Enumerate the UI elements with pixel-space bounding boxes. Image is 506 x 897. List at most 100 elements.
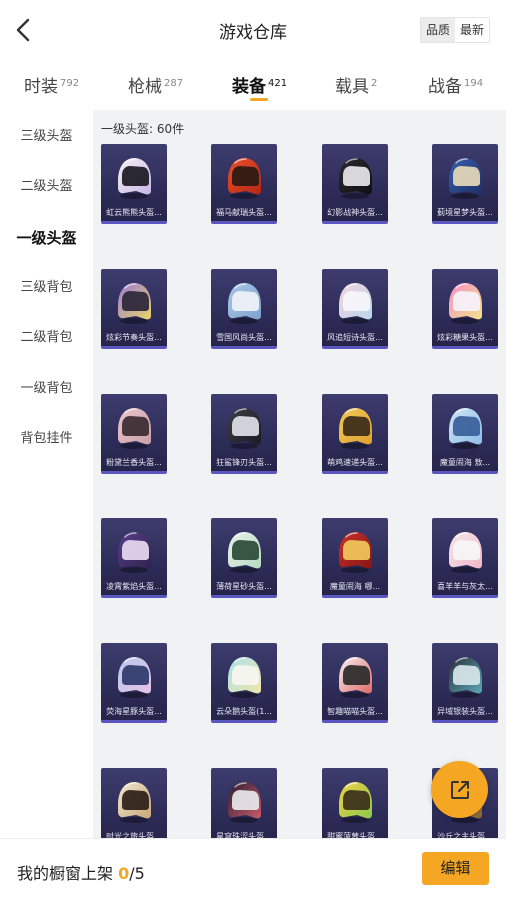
item-card[interactable]: 风追短诗头盔...	[322, 269, 388, 349]
footer-bar: 我的橱窗上架 0/5 编辑	[0, 838, 506, 897]
sidebar-item-level2-helmet[interactable]: 二级头盔	[0, 162, 93, 212]
item-name: 风追短诗头盔...	[327, 333, 383, 342]
item-card[interactable]: 虹云熊熊头盔...	[101, 144, 167, 224]
sidebar-item-level3-backpack[interactable]: 三级背包	[0, 263, 93, 313]
item-card[interactable]: 萌鸡速递头盔...	[322, 394, 388, 474]
item-name: 狂鲨锋刃头盔...	[216, 458, 272, 467]
tab-count: 421	[268, 78, 288, 89]
category-title: 一级头盔: 60件	[101, 122, 185, 136]
tab-equipment[interactable]: 装备 421	[232, 72, 287, 97]
item-card[interactable]: 幻影战神头盔...	[322, 144, 388, 224]
item-name: 异域银装头盔...	[437, 707, 493, 716]
item-card[interactable]: 甜蜜菠萝头盔...	[322, 768, 388, 840]
tab-count: 194	[464, 78, 484, 89]
item-name: 云朵鹅头盔(1...	[216, 707, 272, 716]
helmet-icon	[339, 408, 372, 449]
helmet-icon	[228, 657, 261, 698]
tab-vehicles[interactable]: 载具 2	[335, 72, 377, 97]
helmet-icon	[228, 782, 261, 823]
tab-supplies[interactable]: 战备 194	[428, 72, 483, 97]
item-card[interactable]: 狂鲨锋刃头盔...	[211, 394, 277, 474]
item-card[interactable]: 雪国风尚头盔...	[211, 269, 277, 349]
item-card[interactable]: 云朵鹅头盔(1...	[211, 643, 277, 723]
item-name: 蓟境星梦头盔...	[437, 208, 493, 217]
item-card[interactable]: 魔童闹海 敖...	[432, 394, 498, 474]
item-name: 魔童闹海 敖...	[439, 458, 491, 467]
helmet-icon	[228, 532, 261, 573]
item-name: 雪国风尚头盔...	[216, 333, 272, 342]
item-card[interactable]: 异域银装头盔...	[432, 643, 498, 723]
item-name: 虹云熊熊头盔...	[106, 208, 162, 217]
edit-button[interactable]: 编辑	[422, 852, 489, 885]
tab-label: 时装	[24, 77, 58, 97]
sort-quality-option[interactable]: 品质	[420, 18, 455, 42]
tab-fashion[interactable]: 时装 792	[24, 72, 79, 97]
tab-count: 2	[371, 78, 378, 89]
sidebar-item-backpack-charm[interactable]: 背包挂件	[0, 414, 93, 464]
category-tabs: 时装 792 枪械 287 装备 421 载具 2 战备 194	[0, 60, 506, 110]
item-name: 幻影战神头盔...	[327, 208, 383, 217]
sidebar-item-level3-helmet[interactable]: 三级头盔	[0, 112, 93, 162]
item-card[interactable]: 时光之旅头盔...	[101, 768, 167, 840]
item-name: 凌霄紫焰头盔...	[106, 582, 162, 591]
item-name: 萌鸡速递头盔...	[327, 458, 383, 467]
sort-newest-option[interactable]: 最新	[454, 18, 489, 42]
item-card[interactable]: 福马献瑞头盔...	[211, 144, 277, 224]
helmet-icon	[228, 283, 261, 324]
item-name: 福马献瑞头盔...	[216, 208, 272, 217]
item-name: 荧海星豚头盔...	[106, 707, 162, 716]
item-card[interactable]: 喜羊羊与灰太...	[432, 518, 498, 598]
sort-toggle: 品质 最新	[419, 17, 490, 43]
helmet-icon	[118, 657, 151, 698]
showcase-capacity: 5	[134, 864, 145, 883]
helmet-icon	[339, 158, 372, 199]
showcase-status: 我的橱窗上架 0/5	[17, 860, 145, 884]
tab-weapons[interactable]: 枪械 287	[128, 72, 183, 97]
sidebar: 三级头盔 二级头盔 一级头盔 三级背包 二级背包 一级背包 背包挂件	[0, 110, 93, 840]
active-tab-indicator	[250, 98, 268, 101]
item-card[interactable]: 荧海星豚头盔...	[101, 643, 167, 723]
helmet-icon	[339, 657, 372, 698]
tab-count: 792	[60, 78, 80, 89]
item-name: 薄荷星砂头盔...	[216, 582, 272, 591]
helmet-icon	[339, 283, 372, 324]
share-button[interactable]	[431, 761, 488, 818]
helmet-icon	[449, 158, 482, 199]
tab-label: 战备	[428, 77, 462, 97]
item-name: 魔童闹海 哪...	[329, 582, 381, 591]
helmet-icon	[118, 532, 151, 573]
tab-label: 装备	[232, 77, 266, 97]
sidebar-item-level2-backpack[interactable]: 二级背包	[0, 313, 93, 363]
tab-label: 枪械	[128, 77, 162, 97]
showcase-label: 我的橱窗上架	[17, 864, 119, 883]
item-card[interactable]: 魔童闹海 哪...	[322, 518, 388, 598]
helmet-icon	[449, 408, 482, 449]
item-name: 粉黛兰香头盔...	[106, 458, 162, 467]
helmet-icon	[228, 158, 261, 199]
item-name: 智趣喵喵头盔...	[327, 707, 383, 716]
helmet-icon	[228, 408, 261, 449]
item-grid-panel: 一级头盔: 60件 虹云熊熊头盔... 福马献瑞头盔... 幻影战神头盔... 蓟境星…	[93, 110, 506, 840]
tab-count: 287	[164, 78, 184, 89]
item-card[interactable]: 凌霄紫焰头盔...	[101, 518, 167, 598]
item-card[interactable]: 薄荷星砂头盔...	[211, 518, 277, 598]
item-name: 炫彩节奏头盔...	[106, 333, 162, 342]
helmet-icon	[449, 657, 482, 698]
item-card[interactable]: 炫彩糖果头盔...	[432, 269, 498, 349]
external-link-icon	[450, 780, 469, 799]
helmet-icon	[118, 408, 151, 449]
item-name: 炫彩糖果头盔...	[437, 333, 493, 342]
item-card[interactable]: 智趣喵喵头盔...	[322, 643, 388, 723]
sidebar-item-level1-backpack[interactable]: 一级背包	[0, 364, 93, 414]
helmet-icon	[449, 283, 482, 324]
helmet-icon	[118, 283, 151, 324]
item-card[interactable]: 粉黛兰香头盔...	[101, 394, 167, 474]
header: 游戏仓库 品质 最新	[0, 0, 506, 60]
item-card[interactable]: 炫彩节奏头盔...	[101, 269, 167, 349]
item-card[interactable]: 星穹珠涩头盔...	[211, 768, 277, 840]
item-card[interactable]: 蓟境星梦头盔...	[432, 144, 498, 224]
sidebar-item-level1-helmet[interactable]: 一级头盔	[0, 213, 93, 263]
tab-label: 载具	[335, 77, 369, 97]
helmet-icon	[339, 532, 372, 573]
showcase-shelved-count: 0	[118, 864, 130, 883]
